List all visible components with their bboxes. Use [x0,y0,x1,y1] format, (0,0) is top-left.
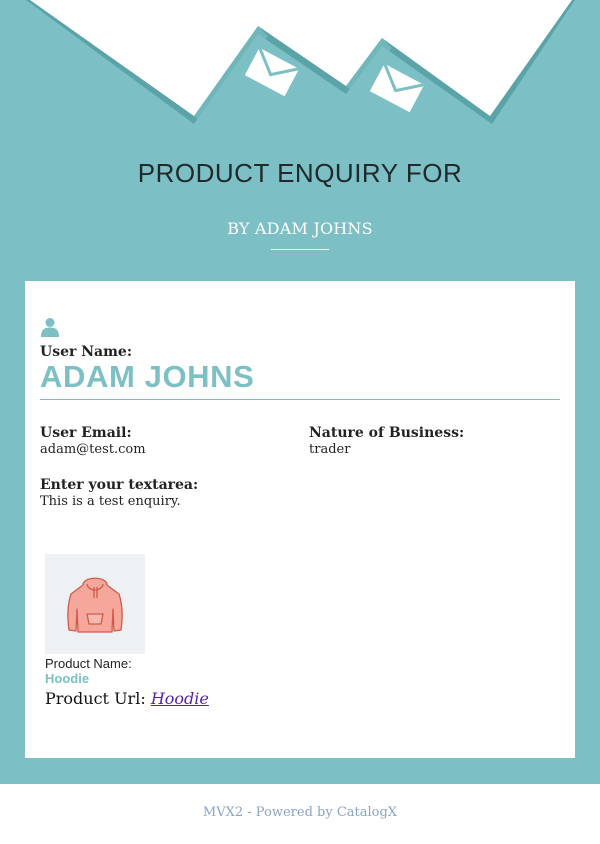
textarea-label: Enter your textarea: [40,477,199,493]
divider [40,399,560,400]
textarea-value: This is a test enquiry. [40,494,181,509]
hoodie-image [45,554,145,654]
business-value: trader [309,442,351,457]
user-icon [41,318,59,337]
business-label: Nature of Business: [309,425,465,441]
user-email-value: adam@test.com [40,442,146,457]
user-email-label: User Email: [40,425,132,441]
user-name-label: User Name: [40,344,133,360]
footer-text: MVX2 - Powered by CatalogX [202,805,398,820]
product-url-label: Product Url: [45,689,146,708]
enquiry-card: User Name: ADAM JOHNS User Email: adam@t… [25,281,575,758]
page-subtitle: BY ADAM JOHNS [227,219,373,238]
email-template: PRODUCT ENQUIRY FOR BY ADAM JOHNS User N… [0,0,600,844]
product-name-value: Hoodie [45,671,90,686]
page-title: PRODUCT ENQUIRY FOR [137,158,463,188]
header-envelope-illustration [26,0,575,124]
footer: MVX2 - Powered by CatalogX [0,784,600,844]
subtitle-underline [271,249,329,250]
product-url-link[interactable]: Hoodie [151,689,209,708]
product-url: Product Url: Hoodie [45,689,209,708]
user-name-value: ADAM JOHNS [40,359,255,394]
product-name-label: Product Name: [45,656,132,671]
